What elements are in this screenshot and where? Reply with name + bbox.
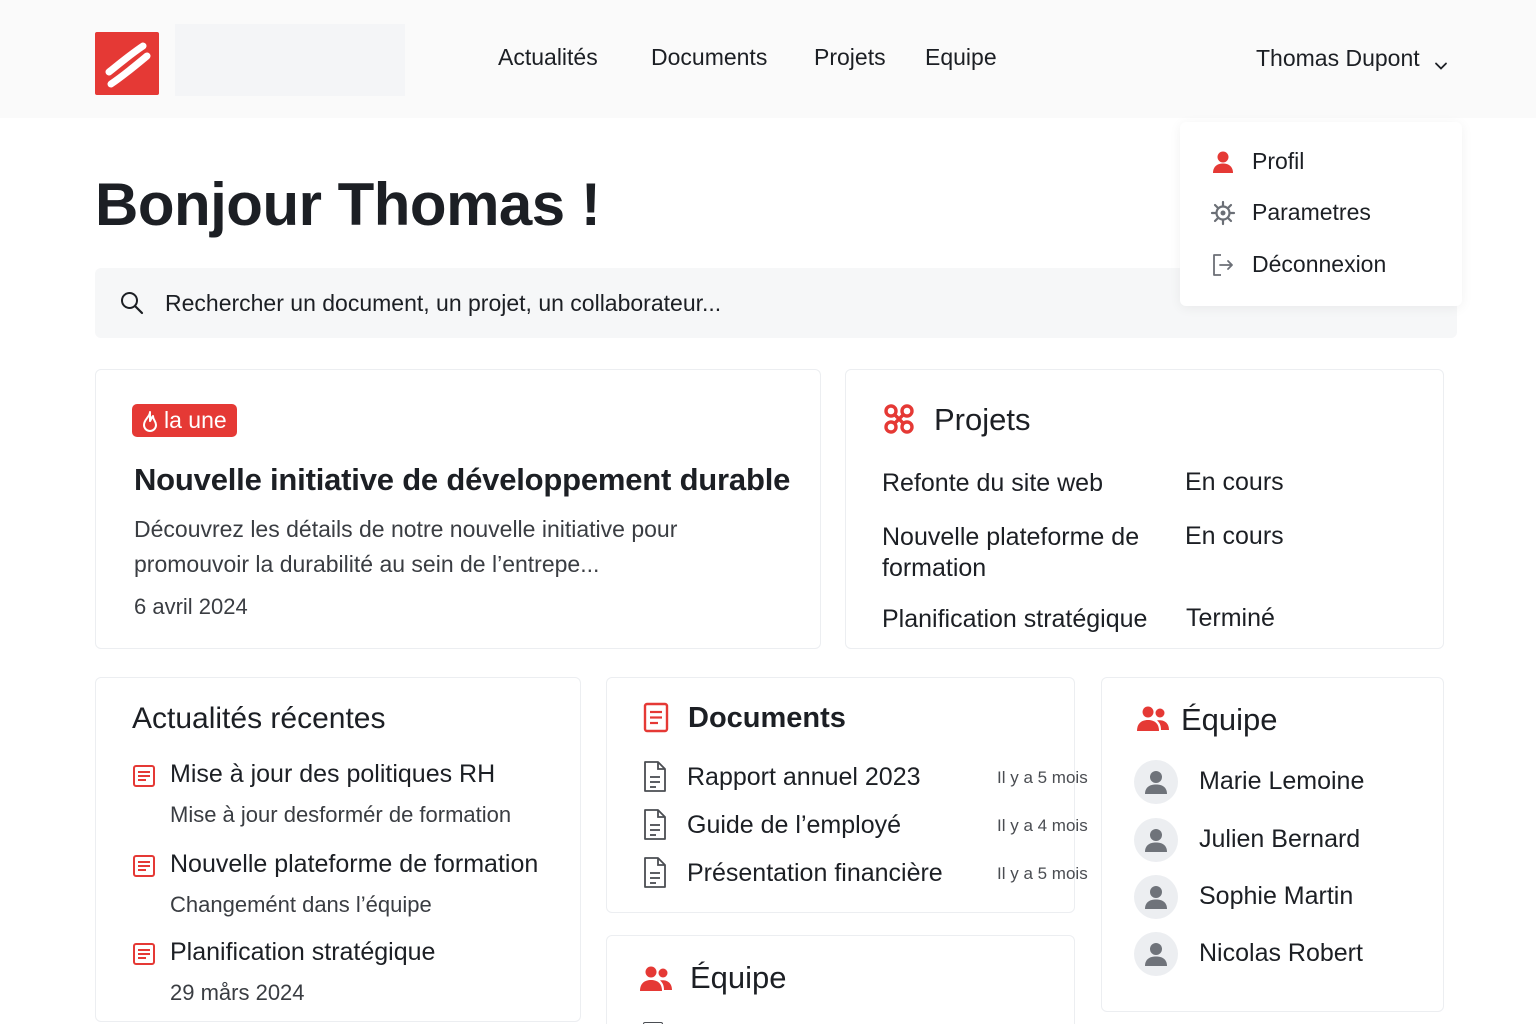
gear-icon [1210, 200, 1236, 226]
member-name: Nicolas Robert [1199, 939, 1363, 967]
news-icon [132, 942, 156, 966]
documents-card-title: Documents [688, 702, 846, 734]
avatar [1134, 760, 1178, 804]
avatar [1134, 875, 1178, 919]
documents-card: Documents Rapport annuel 2023 Il y a 5 m… [606, 677, 1088, 913]
user-name: Thomas Dupont [1256, 45, 1420, 71]
recent-news-title: Actualités récentes [132, 702, 386, 735]
member-name: Sophie Martin [1199, 882, 1354, 910]
logo-swoosh-icon [105, 42, 151, 88]
team-card-secondary: Équipe [606, 935, 1075, 1024]
badge-label: la une [164, 407, 227, 433]
news-item-title: Nouvelle plateforme de formation [170, 850, 539, 878]
recent-news-card: Actualités récentes Mise à jour des poli… [95, 677, 581, 1022]
news-item-title: Planification stratégique [170, 938, 436, 966]
project-status: Terminé [1186, 604, 1275, 632]
users-icon [1136, 704, 1170, 734]
page-greeting: Bonjour Thomas ! [95, 171, 601, 238]
project-name[interactable]: Refonte du site web [882, 468, 1172, 499]
dropdown-item-label: Parametres [1252, 199, 1371, 225]
project-name[interactable]: Planification stratégique [882, 604, 1192, 635]
news-icon [132, 854, 156, 878]
nav-link-actualites[interactable]: Actualités [498, 44, 598, 71]
project-status: En cours [1185, 522, 1284, 550]
team-card-title: Équipe [1181, 702, 1278, 737]
projects-card-title: Projets [934, 402, 1031, 437]
chevron-down-icon [1434, 52, 1448, 70]
team-secondary-title: Équipe [690, 960, 787, 995]
document-row[interactable]: Guide de l’employé Il y a 4 mois [641, 808, 1088, 848]
nav-link-documents[interactable]: Documents [651, 44, 767, 71]
nav-link-projets[interactable]: Projets [814, 44, 886, 71]
document-modified-time: Il y a 4 mois [997, 816, 1088, 835]
news-item-subtitle: Changemént dans l’équipe [170, 892, 432, 917]
documents-icon [641, 702, 671, 734]
featured-title[interactable]: Nouvelle initiative de développement dur… [134, 462, 790, 498]
avatar [1134, 818, 1178, 862]
users-icon [639, 964, 673, 994]
logout-icon [1210, 252, 1236, 278]
document-name: Rapport annuel 2023 [687, 763, 921, 791]
document-name: Guide de l’employé [687, 811, 902, 839]
document-icon [641, 760, 669, 794]
user-menu-toggle[interactable]: Thomas Dupont [1256, 45, 1448, 72]
featured-date: 6 avril 2024 [134, 594, 248, 619]
featured-excerpt: Découvrez les détails de notre nouvelle … [134, 516, 678, 577]
user-dropdown-menu: Profil Parametres Déconnexion [1180, 122, 1462, 306]
dropdown-item-profil[interactable]: Profil [1210, 148, 1304, 175]
top-navigation-bar: Actualités Documents Projets Equipe Thom… [0, 0, 1536, 118]
search-input[interactable] [165, 280, 1165, 326]
dropdown-item-deconnexion[interactable]: Déconnexion [1210, 251, 1386, 278]
document-row[interactable]: Présentation financière Il y a 5 mois [641, 856, 1088, 896]
flame-icon [140, 410, 160, 432]
dropdown-item-label: Profil [1252, 148, 1305, 174]
document-modified-time: Il y a 5 mois [997, 864, 1088, 883]
nav-link-equipe[interactable]: Equipe [925, 44, 997, 71]
featured-badge: la une [132, 404, 237, 437]
member-name: Julien Bernard [1199, 825, 1361, 853]
brand-name-placeholder [175, 24, 405, 96]
document-icon [641, 856, 669, 890]
avatar [1134, 932, 1178, 976]
company-logo[interactable] [95, 32, 159, 95]
news-item-title: Mise à jour des politiques RH [170, 760, 496, 788]
command-icon [882, 402, 916, 436]
search-icon[interactable] [119, 290, 145, 316]
news-item-subtitle: Mise à jour desformér de formation [170, 802, 512, 827]
dropdown-item-label: Déconnexion [1252, 251, 1387, 277]
projects-card: Projets Refonte du site web En cours Nou… [845, 369, 1444, 649]
document-icon [641, 808, 669, 842]
news-icon [132, 764, 156, 788]
project-status: En cours [1185, 468, 1284, 496]
team-card: Équipe Marie Lemoine Julien Bernard Soph… [1101, 677, 1444, 1012]
document-modified-time: Il y a 5 mois [997, 768, 1088, 787]
dropdown-item-parametres[interactable]: Parametres [1210, 199, 1371, 226]
featured-news-card[interactable]: la une Nouvelle initiative de développem… [95, 369, 821, 649]
document-row[interactable]: Rapport annuel 2023 Il y a 5 mois [641, 760, 1088, 800]
news-item-subtitle: 29 mårs 2024 [170, 980, 305, 1005]
document-name: Présentation financière [687, 859, 943, 887]
user-icon [1210, 149, 1236, 175]
member-name: Marie Lemoine [1199, 767, 1365, 795]
project-name[interactable]: Nouvelle plateforme de formation [882, 522, 1172, 584]
